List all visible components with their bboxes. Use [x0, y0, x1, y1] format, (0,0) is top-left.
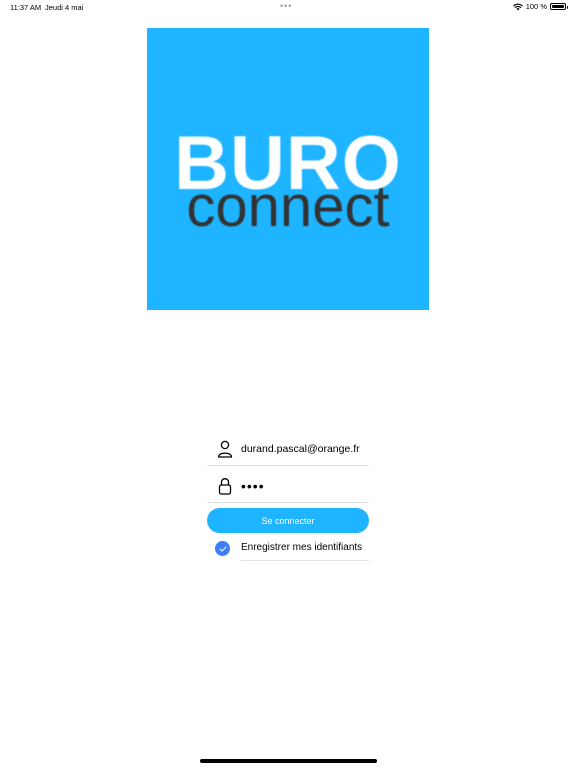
password-field[interactable]	[207, 473, 369, 503]
email-input[interactable]	[241, 439, 369, 459]
remember-credentials-row[interactable]: Enregistrer mes identifiants	[207, 537, 369, 561]
battery-percentage: 100 %	[525, 2, 547, 11]
multitasking-dots[interactable]: •••	[280, 1, 292, 11]
status-date: Jeudi 4 mai	[45, 3, 84, 12]
status-bar: 11:37 AM Jeudi 4 mai ••• 100 %	[0, 0, 576, 14]
login-button[interactable]: Se connecter	[207, 508, 369, 533]
email-field[interactable]	[207, 436, 369, 466]
battery-level	[552, 5, 564, 8]
password-input[interactable]	[241, 476, 369, 496]
home-indicator[interactable]	[200, 759, 377, 763]
wifi-icon	[512, 3, 523, 10]
lock-icon	[218, 478, 232, 495]
remember-label: Enregistrer mes identifiants	[241, 542, 363, 553]
remember-divider	[241, 560, 369, 561]
status-indicators: 100 %	[512, 2, 568, 11]
remember-checkbox[interactable]	[215, 541, 230, 556]
status-time: 11:37 AM	[10, 3, 42, 12]
checkmark-icon	[219, 545, 226, 552]
user-icon	[217, 440, 233, 458]
buro-connect-logo: BURO connect	[147, 28, 429, 310]
logo-text-connect: connect	[186, 174, 390, 239]
battery-icon	[550, 3, 568, 10]
